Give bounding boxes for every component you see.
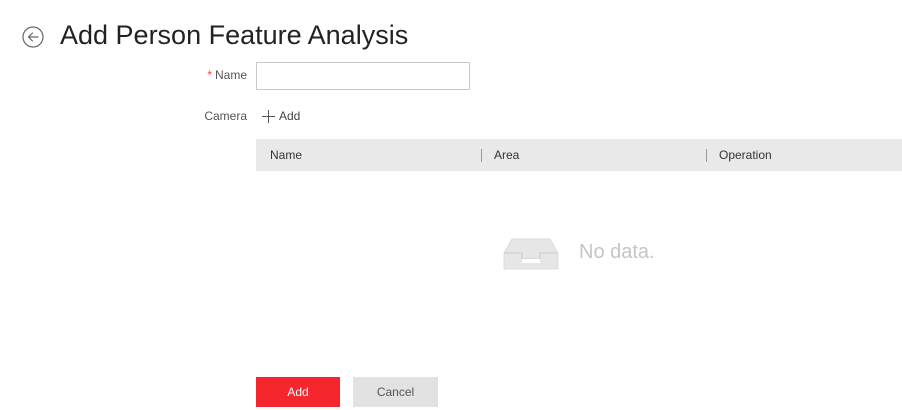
name-input[interactable] xyxy=(256,62,470,90)
column-divider[interactable] xyxy=(706,149,707,162)
add-camera-button[interactable]: Add xyxy=(262,106,300,126)
empty-text: No data. xyxy=(579,241,655,263)
table-header: Name Area Operation xyxy=(256,139,902,171)
back-button[interactable] xyxy=(22,26,44,48)
name-label-text: Name xyxy=(214,68,247,82)
page-header: Add Person Feature Analysis xyxy=(0,0,902,64)
back-arrow-circle-icon xyxy=(22,26,44,48)
add-button[interactable]: Add xyxy=(256,377,340,407)
name-label: * Name xyxy=(207,68,247,82)
camera-table: Name Area Operation No data. xyxy=(256,139,902,359)
column-divider[interactable] xyxy=(481,149,482,162)
required-mark: * xyxy=(207,68,212,82)
cancel-button[interactable]: Cancel xyxy=(353,377,438,407)
plus-icon xyxy=(262,109,275,123)
name-row: * Name xyxy=(0,62,902,90)
add-camera-label: Add xyxy=(279,109,301,123)
empty-tray-icon xyxy=(503,238,559,270)
camera-label: Camera xyxy=(204,109,247,123)
camera-row: Camera Add xyxy=(0,106,902,126)
page-title: Add Person Feature Analysis xyxy=(60,20,409,50)
column-header-operation[interactable]: Operation xyxy=(719,139,772,171)
empty-state: No data. xyxy=(502,233,702,273)
column-header-area[interactable]: Area xyxy=(494,139,519,171)
column-header-name[interactable]: Name xyxy=(270,139,302,171)
